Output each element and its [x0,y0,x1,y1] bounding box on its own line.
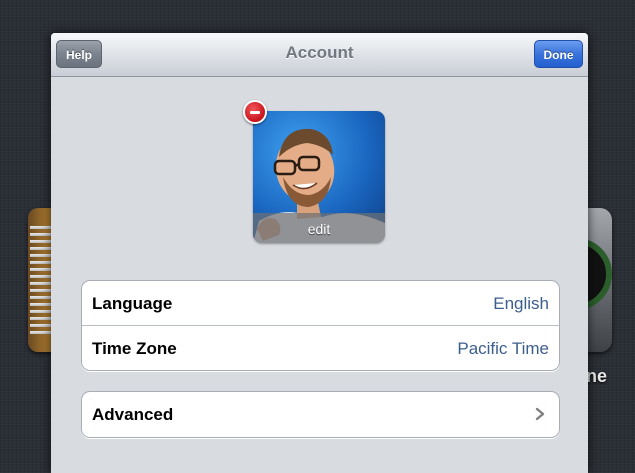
time-zone-label: Time Zone [92,339,177,358]
avatar-edit-bar[interactable]: edit [253,213,385,243]
time-zone-value: Pacific Time [457,339,549,358]
chevron-right-icon [535,407,545,421]
time-zone-row[interactable]: Time Zone Pacific Time [82,326,559,370]
settings-group: Language English Time Zone Pacific Time [81,280,560,371]
page-title: Account [285,43,354,62]
done-button[interactable]: Done [534,40,583,68]
minus-icon [250,111,260,114]
advanced-label: Advanced [92,405,174,424]
advanced-row[interactable]: Advanced [82,392,559,436]
background-app-label: ne [586,366,608,386]
advanced-group: Advanced [81,391,560,438]
language-row[interactable]: Language English [82,281,559,326]
avatar-edit-label[interactable]: edit [253,221,385,237]
delete-photo-icon[interactable] [243,100,267,124]
account-sheet: Help Account Done edit Language English … [51,33,588,473]
language-label: Language [92,294,173,313]
background-notebook-rings [30,226,52,338]
language-value: English [493,294,549,313]
navigation-bar: Help Account Done [51,33,588,77]
avatar[interactable]: edit [253,111,385,243]
